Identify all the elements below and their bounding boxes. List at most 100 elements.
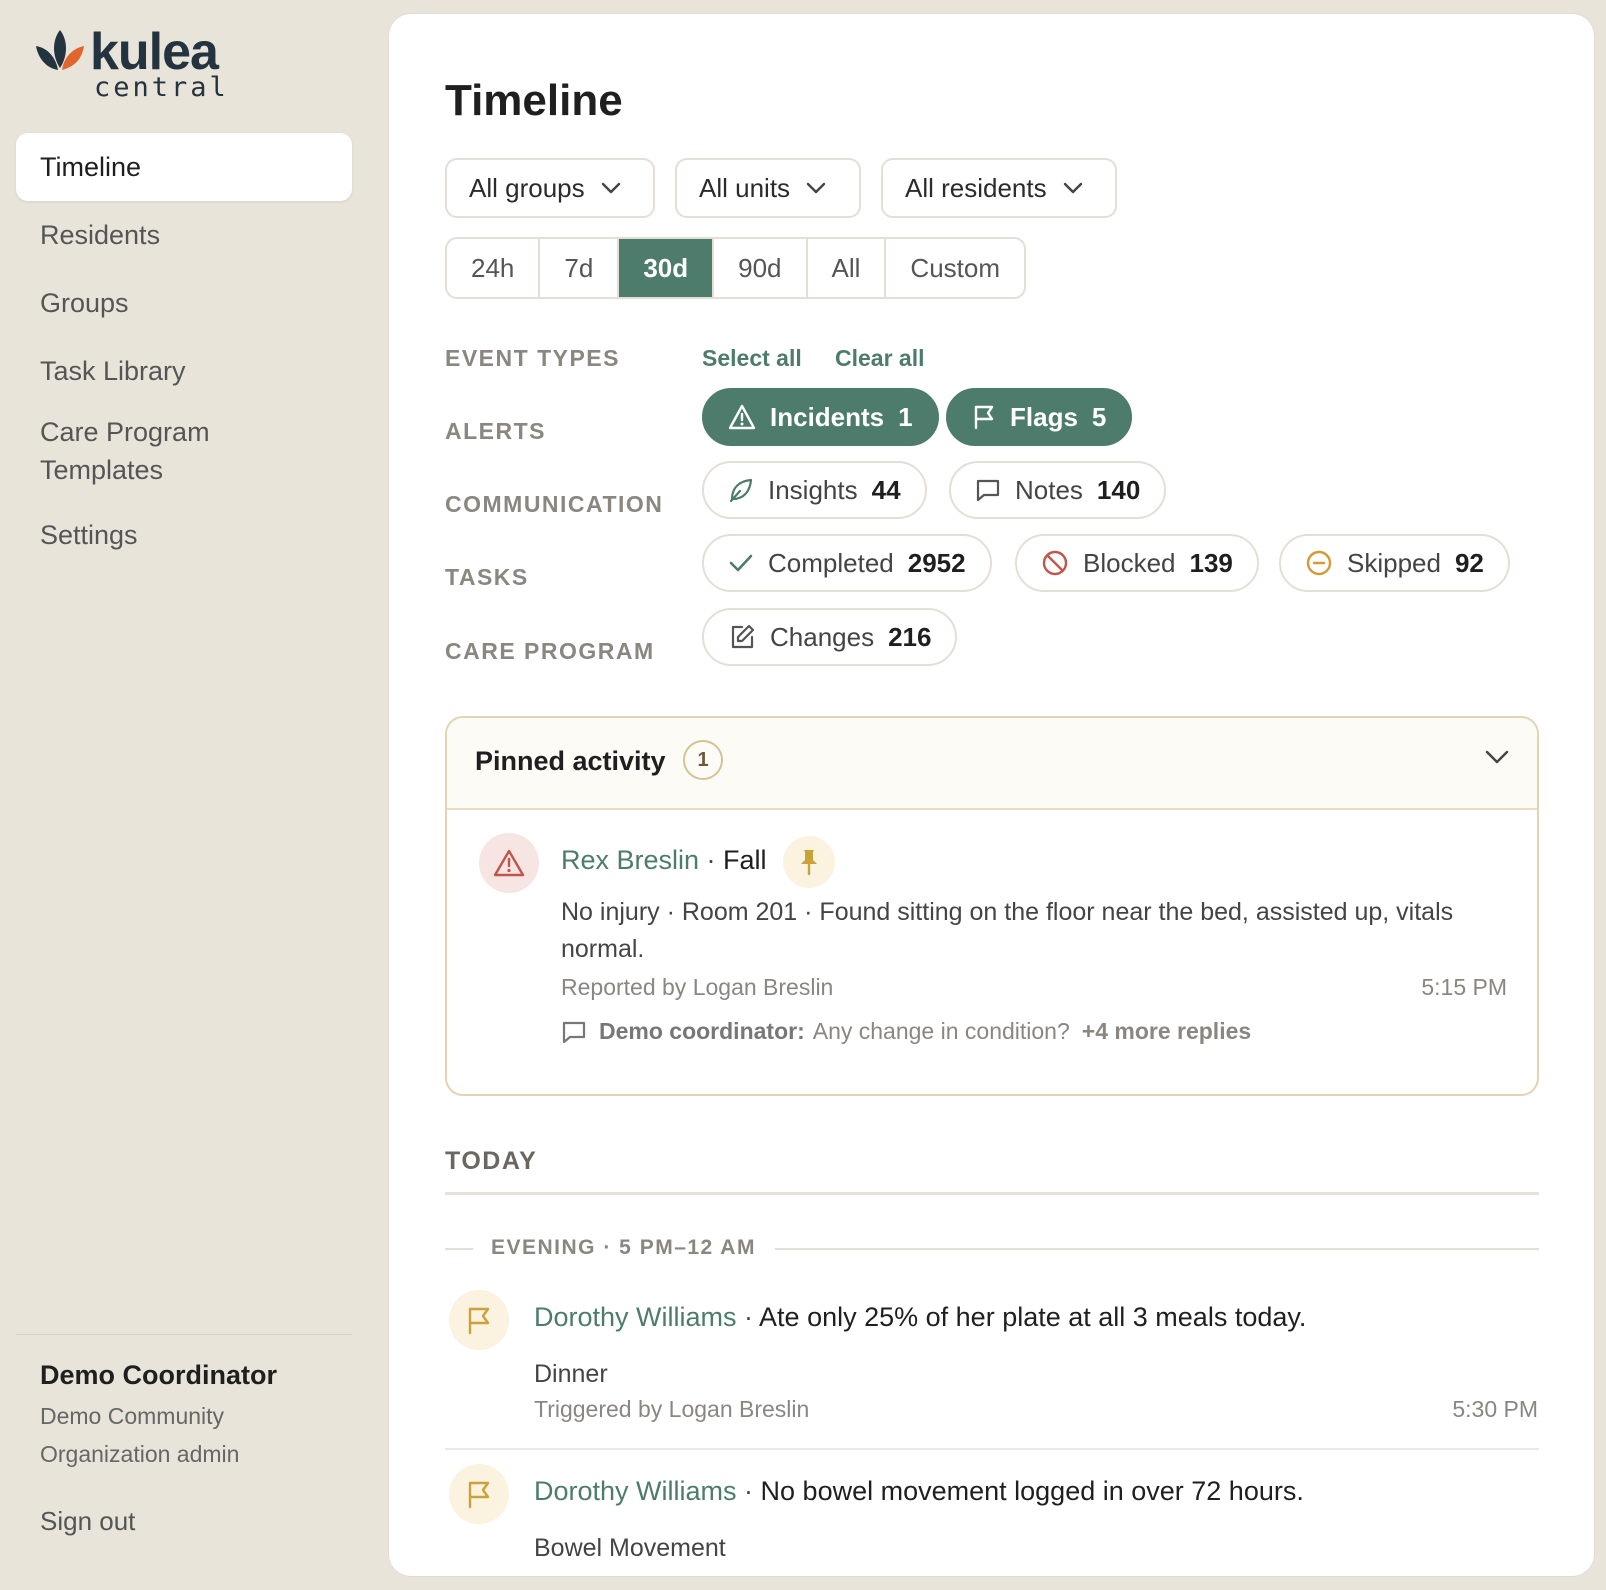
sidebar-item-residents[interactable]: Residents (16, 201, 352, 269)
sidebar-nav: Timeline Residents Groups Task Library C… (16, 133, 352, 569)
pinned-item-time: 5:15 PM (1421, 974, 1507, 1000)
speech-bubble-icon (562, 1021, 586, 1043)
chevron-down-icon (806, 182, 826, 194)
chip-insights[interactable]: Insights 44 (702, 461, 927, 519)
chip-flags-count: 5 (1091, 401, 1107, 432)
chip-incidents-count: 1 (898, 401, 913, 432)
units-dropdown[interactable]: All units (675, 158, 861, 218)
chip-blocked-count: 139 (1189, 547, 1233, 578)
flag-icon (974, 405, 994, 430)
timeline-row-title: Dorothy Williams · No bowel movement log… (534, 1476, 1304, 1507)
title-separator: · (736, 1302, 760, 1332)
chip-changes-count: 216 (888, 621, 932, 652)
chip-blocked-label: Blocked (1083, 547, 1176, 578)
timeline-row-trigger: Triggered by Logan Breslin (534, 1396, 810, 1422)
pinned-item-title: Rex Breslin · Fall (561, 845, 767, 876)
chip-skipped[interactable]: Skipped 92 (1279, 534, 1510, 592)
chip-completed[interactable]: Completed 2952 (702, 534, 992, 592)
main-panel: Timeline All groups All units All reside… (389, 14, 1594, 1576)
flag-icon (468, 1481, 490, 1509)
check-icon (729, 554, 753, 572)
speech-bubble-icon (976, 479, 1000, 502)
residents-dropdown[interactable]: All residents (881, 158, 1117, 218)
chip-insights-count: 44 (871, 474, 901, 505)
title-separator: · (736, 1476, 761, 1506)
chip-incidents[interactable]: Incidents 1 (702, 388, 939, 446)
day-heading: TODAY (445, 1147, 538, 1175)
sidebar-item-task-library[interactable]: Task Library (16, 337, 352, 405)
flag-icon (468, 1307, 490, 1335)
chip-blocked[interactable]: Blocked 139 (1015, 534, 1259, 592)
units-dropdown-value: All units (699, 172, 791, 203)
sign-out-link[interactable]: Sign out (40, 1506, 135, 1537)
chip-incidents-label: Incidents (770, 401, 885, 432)
timeline-row[interactable]: Dorothy Williams · Ate only 25% of her p… (389, 1276, 1594, 1436)
leaf-logo-icon (36, 30, 84, 70)
kulea-logo[interactable]: kulea central (34, 26, 229, 101)
timeline-row-text: Ate only 25% of her plate at all 3 meals… (759, 1302, 1307, 1332)
groups-dropdown-value: All groups (469, 172, 585, 203)
range-custom[interactable]: Custom (886, 239, 1024, 297)
flag-avatar (449, 1464, 509, 1524)
more-replies-link[interactable]: +4 more replies (1082, 1018, 1251, 1045)
chip-flags-label: Flags (1010, 401, 1078, 432)
tasks-label: TASKS (445, 564, 529, 590)
title-separator: · (699, 845, 724, 875)
select-all-link[interactable]: Select all (702, 345, 802, 372)
timeline-row-time: 5:30 PM (1452, 1396, 1538, 1422)
range-24h[interactable]: 24h (447, 239, 541, 297)
chip-flags[interactable]: Flags 5 (946, 388, 1133, 446)
resident-name-link[interactable]: Dorothy Williams (534, 1476, 737, 1506)
pin-icon (801, 850, 817, 876)
chevron-down-icon (601, 182, 620, 194)
alerts-label: ALERTS (445, 418, 546, 444)
timeline-row-text: No bowel movement logged in over 72 hour… (760, 1476, 1304, 1506)
range-all[interactable]: All (808, 239, 887, 297)
incident-avatar (479, 833, 539, 893)
chip-completed-label: Completed (768, 547, 894, 578)
leaf-icon (729, 478, 753, 503)
timeline-row[interactable]: Dorothy Williams · No bowel movement log… (389, 1450, 1594, 1576)
chip-skipped-label: Skipped (1347, 547, 1441, 578)
chip-notes[interactable]: Notes 140 (949, 461, 1167, 519)
range-90d[interactable]: 90d (714, 239, 808, 297)
range-7d[interactable]: 7d (540, 239, 620, 297)
sidebar-item-settings[interactable]: Settings (16, 501, 352, 569)
reply-text: Any change in condition? (812, 1018, 1070, 1044)
timeline-row-category: Bowel Movement (534, 1534, 726, 1562)
sidebar-divider (16, 1334, 352, 1335)
edit-icon (731, 624, 755, 649)
pinned-item[interactable]: Rex Breslin · Fall No injury · Room 201 … (447, 808, 1537, 1094)
range-30d[interactable]: 30d (619, 239, 715, 297)
timeline-row-category: Dinner (534, 1360, 608, 1388)
reply-author: Demo coordinator: (599, 1018, 805, 1044)
chip-changes[interactable]: Changes 216 (702, 608, 958, 666)
page-title: Timeline (445, 76, 623, 125)
chip-notes-label: Notes (1015, 474, 1083, 505)
logo-sub: central (94, 72, 229, 103)
period-line-right (775, 1248, 1539, 1250)
resident-name-link[interactable]: Dorothy Williams (534, 1302, 737, 1332)
care-program-label: CARE PROGRAM (445, 638, 655, 664)
user-role: Organization admin (40, 1441, 240, 1467)
sidebar: kulea central Timeline Residents Groups … (0, 0, 370, 1590)
groups-dropdown[interactable]: All groups (445, 158, 655, 218)
pinned-item-reporter: Reported by Logan Breslin (561, 974, 834, 1000)
sidebar-item-timeline[interactable]: Timeline (16, 133, 352, 201)
minus-circle-icon (1306, 550, 1332, 576)
sidebar-item-care-program-templates[interactable]: Care Program Templates (16, 405, 264, 501)
pin-button[interactable] (783, 836, 835, 888)
reply-preview[interactable]: Demo coordinator: Any change in conditio… (561, 1018, 1251, 1045)
communication-label: COMMUNICATION (445, 491, 664, 517)
chevron-down-icon (1485, 750, 1509, 764)
pinned-item-body: No injury · Room 201 · Found sitting on … (561, 898, 1454, 963)
sidebar-item-groups[interactable]: Groups (16, 269, 352, 337)
user-community: Demo Community (40, 1403, 225, 1429)
clear-all-link[interactable]: Clear all (835, 345, 925, 372)
period-label: EVENING · 5 PM–12 AM (491, 1236, 756, 1259)
incident-type: Fall (723, 845, 767, 875)
residents-dropdown-value: All residents (905, 172, 1047, 203)
chip-completed-count: 2952 (907, 547, 966, 578)
resident-name-link[interactable]: Rex Breslin (561, 845, 699, 875)
pinned-activity-header[interactable]: Pinned activity 1 (447, 718, 1537, 810)
